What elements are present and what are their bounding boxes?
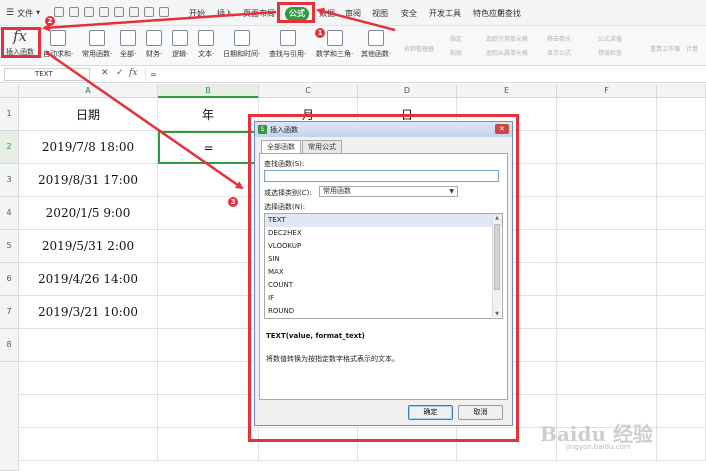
step-badge-3: 3	[228, 197, 238, 207]
step-badge-2: 2	[45, 16, 55, 26]
arrow-to-insert-function	[42, 10, 277, 32]
annotation-arrows	[42, 7, 396, 190]
arrow-to-dialog	[45, 50, 244, 190]
watermark-url: jingyan.baidu.com	[566, 443, 631, 451]
step-badge-1: 1	[315, 28, 325, 38]
arrow-to-formula-tab	[316, 7, 396, 32]
